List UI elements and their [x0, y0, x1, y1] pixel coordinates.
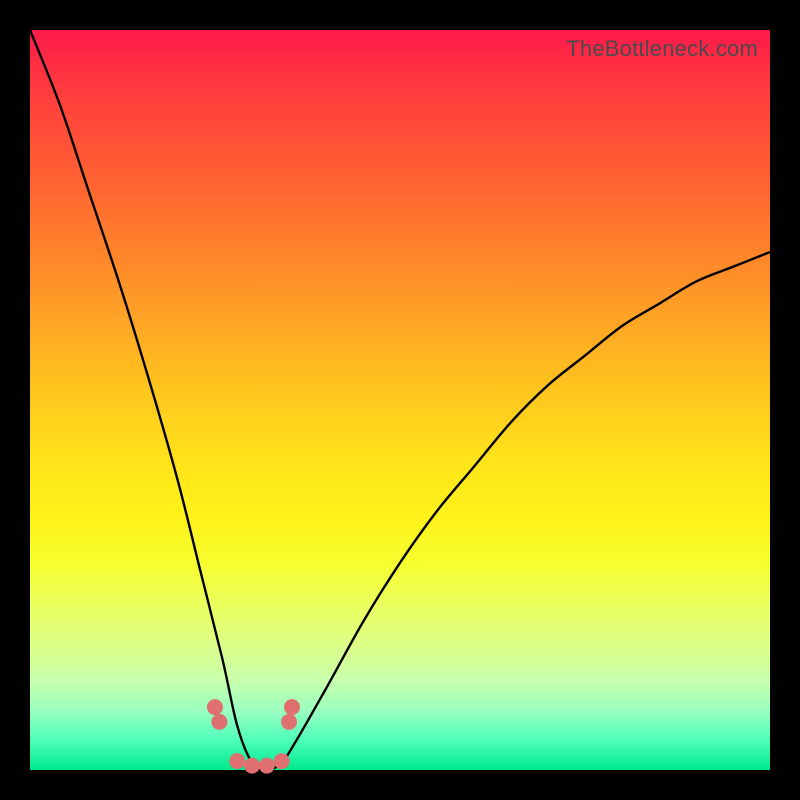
bead-marker	[211, 714, 227, 730]
bottleneck-curve-path	[30, 30, 770, 770]
bead-markers-group	[207, 699, 300, 774]
bead-marker	[284, 699, 300, 715]
bead-marker	[281, 714, 297, 730]
bead-marker	[259, 758, 275, 774]
bead-marker	[229, 753, 245, 769]
bead-marker	[274, 753, 290, 769]
plot-area: TheBottleneck.com	[30, 30, 770, 770]
bead-marker	[207, 699, 223, 715]
bottleneck-curve-svg	[30, 30, 770, 770]
bead-marker	[244, 758, 260, 774]
chart-frame: TheBottleneck.com	[0, 0, 800, 800]
